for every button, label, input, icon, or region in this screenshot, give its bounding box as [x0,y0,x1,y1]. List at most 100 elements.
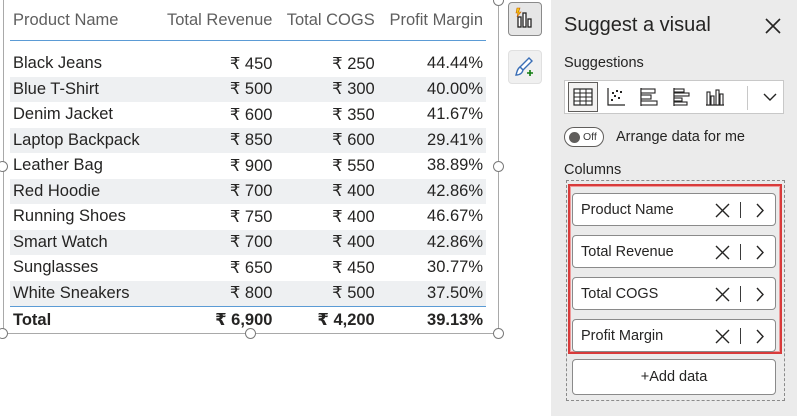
column-header-product-name[interactable]: Product Name [10,2,155,41]
cell-profit-margin: 42.86% [377,178,486,204]
suggestions-divider [747,86,748,110]
format-brush-icon [515,57,533,76]
suggestion-clustered-bar[interactable] [667,82,697,112]
suggest-visual-button[interactable] [508,2,542,36]
chevron-right-icon[interactable] [753,245,767,260]
chevron-right-icon[interactable] [753,329,767,344]
cell-total-cogs: ₹ 250 [332,54,375,73]
table-header-row: Product Name Total Revenue Total COGS Pr… [10,2,486,41]
stacked-bar-icon [640,88,658,106]
total-cogs-value: ₹ 4,200 [275,305,378,334]
cell-profit-margin: 37.50% [377,280,486,306]
cell-profit-margin: 46.67% [427,207,483,226]
suggestion-table[interactable] [568,82,598,112]
remove-field-icon[interactable] [715,245,730,260]
arrange-data-label: Arrange data for me [616,129,745,145]
table-row[interactable]: Running Shoes ₹ 750 ₹ 400 46.67% [10,204,486,230]
suggestion-column-chart[interactable] [700,82,730,112]
column-header-total-cogs[interactable]: Total COGS [275,2,378,41]
chevron-right-icon[interactable] [753,203,767,218]
close-icon[interactable] [764,17,782,35]
cell-total-revenue: ₹ 750 [229,207,273,226]
arrange-data-row: Off Arrange data for me [564,127,745,147]
table-row[interactable]: Leather Bag ₹ 900 ₹ 550 38.89% [10,153,486,179]
cell-total-revenue: ₹ 700 [154,178,276,204]
cell-total-cogs: ₹ 450 [332,258,375,277]
suggestion-stacked-bar[interactable] [634,82,664,112]
cell-total-revenue: ₹ 700 [154,229,276,255]
field-divider [740,202,741,218]
table-row[interactable]: White Sneakers ₹ 800 ₹ 500 37.50% [10,280,486,306]
cell-product-name: Black Jeans [13,54,102,73]
total-label: Total [10,305,155,334]
cell-profit-margin: 44.44% [427,54,483,73]
suggest-visual-panel: Suggest a visual Suggestions Off Arrange… [551,0,797,416]
column-header-total-revenue[interactable]: Total Revenue [154,2,276,41]
chevron-right-icon[interactable] [753,287,767,302]
table-row[interactable]: Denim Jacket ₹ 600 ₹ 350 41.67% [10,102,486,128]
cell-product-name: Blue T-Shirt [10,76,155,102]
scatter-icon [607,88,625,106]
add-data-button[interactable]: +Add data [572,359,776,395]
cell-total-cogs: ₹ 600 [275,127,378,153]
field-divider [740,286,741,302]
cell-profit-margin: 40.00% [377,76,486,102]
cell-profit-margin: 29.41% [377,127,486,153]
field-name: Total Revenue [581,243,674,260]
table-row[interactable]: Smart Watch ₹ 700 ₹ 400 42.86% [10,229,486,255]
cell-total-cogs: ₹ 550 [332,156,375,175]
arrange-data-toggle[interactable]: Off [564,127,604,147]
cell-total-revenue: ₹ 850 [154,127,276,153]
panel-title: Suggest a visual [564,14,711,36]
chevron-down-icon[interactable] [761,88,779,106]
cell-total-revenue: ₹ 600 [229,105,273,124]
cell-product-name: Smart Watch [10,229,155,255]
suggestion-scatter[interactable] [601,82,631,112]
cell-profit-margin: 41.67% [427,105,483,124]
total-revenue-value: ₹ 6,900 [154,305,276,334]
resize-handle-middle-right[interactable] [493,161,504,172]
remove-field-icon[interactable] [715,329,730,344]
table-row[interactable]: Sunglasses ₹ 650 ₹ 450 30.77% [10,255,486,281]
resize-handle-bottom-left[interactable] [0,328,8,339]
field-pill-profit-margin[interactable]: Profit Margin [572,319,776,352]
cell-total-revenue: ₹ 900 [229,156,273,175]
field-pill-product-name[interactable]: Product Name [572,193,776,226]
cell-product-name: Running Shoes [13,207,126,226]
cell-product-name: White Sneakers [10,280,155,306]
field-pill-total-revenue[interactable]: Total Revenue [572,235,776,268]
suggestions-bar [564,80,784,114]
table-row[interactable]: Black Jeans ₹ 450 ₹ 250 44.44% [10,51,486,77]
table-icon [573,88,593,106]
format-visual-button[interactable] [508,50,542,84]
field-divider [740,244,741,260]
table-row[interactable]: Laptop Backpack ₹ 850 ₹ 600 29.41% [10,127,486,153]
cell-total-cogs: ₹ 400 [332,207,375,226]
table-visual[interactable]: Product Name Total Revenue Total COGS Pr… [3,0,499,334]
resize-handle-bottom-right[interactable] [493,328,504,339]
header-spacer [10,40,486,51]
column-header-profit-margin[interactable]: Profit Margin [377,2,486,41]
cell-profit-margin: 30.77% [427,258,483,277]
table-row[interactable]: Red Hoodie ₹ 700 ₹ 400 42.86% [10,178,486,204]
table-row[interactable]: Blue T-Shirt ₹ 500 ₹ 300 40.00% [10,76,486,102]
cell-product-name: Denim Jacket [13,105,113,124]
cell-product-name: Laptop Backpack [10,127,155,153]
column-chart-icon [706,89,724,106]
visual-suggest-icon [515,7,532,28]
remove-field-icon[interactable] [715,287,730,302]
cell-total-revenue: ₹ 800 [154,280,276,306]
remove-field-icon[interactable] [715,203,730,218]
resize-handle-bottom-center[interactable] [245,328,256,339]
field-name: Total COGS [581,285,659,302]
data-table: Product Name Total Revenue Total COGS Pr… [10,2,486,334]
cell-total-revenue: ₹ 650 [229,258,273,277]
field-name: Product Name [581,201,674,218]
cell-product-name: Red Hoodie [10,178,155,204]
resize-handle-top-right[interactable] [493,0,504,6]
cell-total-cogs: ₹ 300 [275,76,378,102]
field-pill-total-cogs[interactable]: Total COGS [572,277,776,310]
cell-product-name: Leather Bag [13,156,103,175]
total-profit-margin-value: 39.13% [377,305,486,334]
toggle-knob [569,132,580,143]
